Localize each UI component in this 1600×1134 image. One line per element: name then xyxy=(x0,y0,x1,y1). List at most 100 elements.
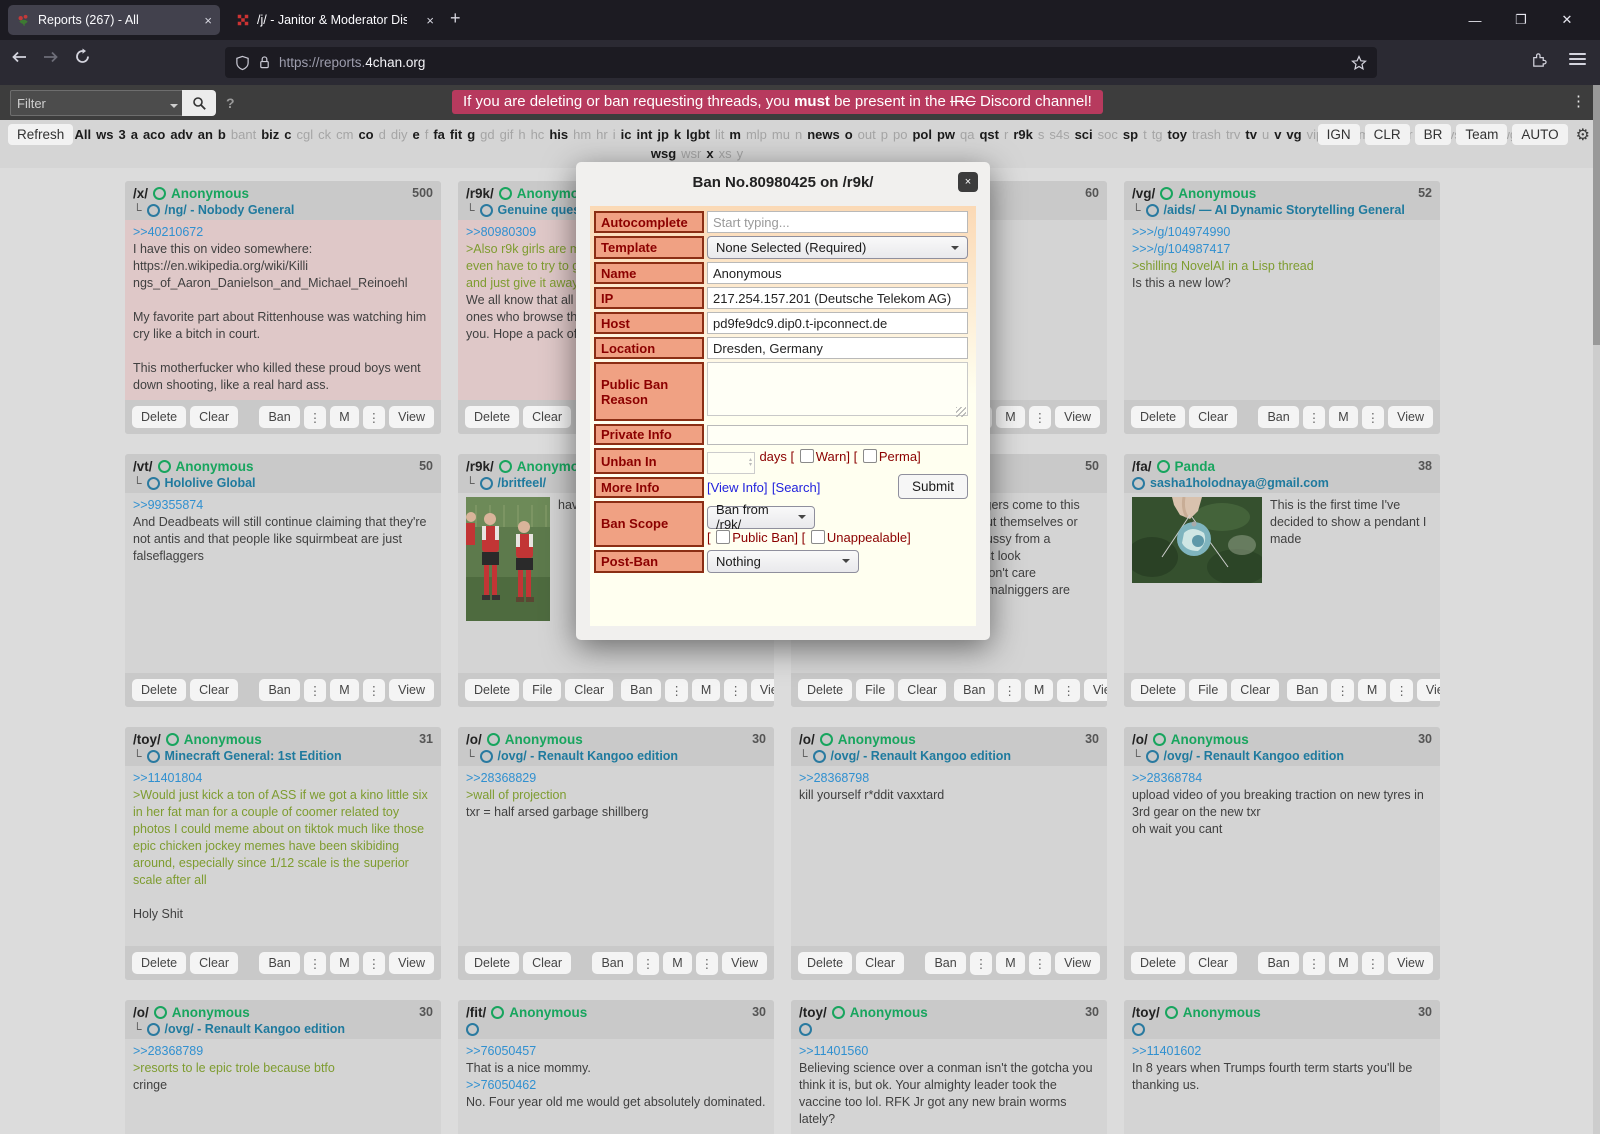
m-button[interactable]: M xyxy=(1025,679,1053,701)
board-link-s[interactable]: s xyxy=(1038,127,1045,142)
thread-subject[interactable]: /britfeel/ xyxy=(498,476,547,490)
kebab-menu-button[interactable]: ⋮ xyxy=(363,952,386,975)
post-quotelink[interactable]: >>28368789 xyxy=(133,1043,433,1060)
name-input[interactable] xyxy=(707,262,968,284)
shield-icon[interactable] xyxy=(235,55,250,71)
board-link-f[interactable]: f xyxy=(425,127,429,142)
board-link-qst[interactable]: qst xyxy=(979,127,999,142)
view-button[interactable]: View xyxy=(389,952,434,974)
board-link-trash[interactable]: trash xyxy=(1192,127,1221,142)
view-button[interactable]: View xyxy=(751,679,774,701)
board-link-toy[interactable]: toy xyxy=(1168,127,1188,142)
filter-dropdown-caret-icon[interactable] xyxy=(170,104,178,112)
report-select-circle-icon[interactable] xyxy=(1165,1006,1178,1019)
forward-icon[interactable] xyxy=(42,49,60,65)
thread-subject[interactable]: /ovg/ - Renault Kangoo edition xyxy=(831,749,1012,763)
post-quotelink[interactable]: >>40210672 xyxy=(133,224,433,241)
delete-button[interactable]: Delete xyxy=(798,679,852,701)
board-link-b[interactable]: b xyxy=(218,127,226,142)
thread-select-circle-icon[interactable] xyxy=(1132,477,1145,490)
thread-select-circle-icon[interactable] xyxy=(466,1023,479,1036)
board-link-hc[interactable]: hc xyxy=(531,127,545,142)
board-link-fa[interactable]: fa xyxy=(433,127,445,142)
ign-button[interactable]: IGN xyxy=(1318,124,1360,145)
team-button[interactable]: Team xyxy=(1456,124,1507,145)
ip-input[interactable] xyxy=(707,287,968,309)
thread-subject[interactable]: Hololive Global xyxy=(165,476,256,490)
delete-button[interactable]: Delete xyxy=(1131,952,1185,974)
report-select-circle-icon[interactable] xyxy=(158,460,171,473)
ban-button[interactable]: Ban xyxy=(954,679,994,701)
board-link-g[interactable]: g xyxy=(467,127,475,142)
post-quotelink[interactable]: >>11401560 xyxy=(799,1043,1099,1060)
thread-subject[interactable]: sasha1holodnaya@gmail.com xyxy=(1150,476,1329,490)
modal-close-button[interactable]: × xyxy=(958,172,978,192)
m-button[interactable]: M xyxy=(330,406,358,428)
m-button[interactable]: M xyxy=(1329,952,1357,974)
reload-icon[interactable] xyxy=(74,48,91,65)
report-select-circle-icon[interactable] xyxy=(491,1006,504,1019)
post-thumbnail-pendant[interactable] xyxy=(1132,497,1262,583)
kebab-menu-button[interactable]: ⋮ xyxy=(665,679,688,702)
post-quotelink[interactable]: >>28368829 xyxy=(466,770,766,787)
overflow-menu-icon[interactable]: ⋮ xyxy=(1571,92,1586,110)
board-link-tv[interactable]: tv xyxy=(1245,127,1257,142)
report-select-circle-icon[interactable] xyxy=(1160,187,1173,200)
br-button[interactable]: BR xyxy=(1415,124,1452,145)
report-select-circle-icon[interactable] xyxy=(166,733,179,746)
ban-button[interactable]: Ban xyxy=(592,952,632,974)
submit-button[interactable]: Submit xyxy=(898,474,968,499)
thread-select-circle-icon[interactable] xyxy=(147,204,160,217)
board-link-h[interactable]: h xyxy=(518,127,525,142)
delete-button[interactable]: Delete xyxy=(1131,406,1185,428)
board-link-a[interactable]: a xyxy=(131,127,138,142)
board-link-n[interactable]: n xyxy=(795,127,802,142)
kebab-menu-button[interactable]: ⋮ xyxy=(363,679,386,702)
board-link-news[interactable]: news xyxy=(807,127,840,142)
ban-button[interactable]: Ban xyxy=(925,952,965,974)
board-link-r[interactable]: r xyxy=(1004,127,1008,142)
board-link-his[interactable]: his xyxy=(549,127,568,142)
thread-select-circle-icon[interactable] xyxy=(1146,750,1159,763)
board-link-ck[interactable]: ck xyxy=(318,127,331,142)
view-button[interactable]: View xyxy=(1388,406,1433,428)
view-button[interactable]: View xyxy=(389,679,434,701)
board-link-e[interactable]: e xyxy=(412,127,419,142)
page-scrollbar-thumb[interactable] xyxy=(1593,85,1600,345)
board-link-lit[interactable]: lit xyxy=(715,127,724,142)
report-select-circle-icon[interactable] xyxy=(1157,460,1170,473)
unban-days-input[interactable]: ▴▾ xyxy=(707,452,755,474)
report-select-circle-icon[interactable] xyxy=(832,1006,845,1019)
view-button[interactable]: View xyxy=(1055,952,1100,974)
board-link-r9k[interactable]: r9k xyxy=(1013,127,1033,142)
board-link-k[interactable]: k xyxy=(674,127,681,142)
m-button[interactable]: M xyxy=(663,952,691,974)
board-link-y[interactable]: y xyxy=(737,146,744,161)
board-link-t[interactable]: t xyxy=(1143,127,1147,142)
board-link-soc[interactable]: soc xyxy=(1098,127,1118,142)
resize-grip-icon[interactable] xyxy=(956,407,966,417)
board-link-lgbt[interactable]: lgbt xyxy=(686,127,710,142)
board-link-out[interactable]: out xyxy=(858,127,876,142)
board-link-mu[interactable]: mu xyxy=(772,127,790,142)
view-button[interactable]: View xyxy=(389,406,434,428)
board-link-wsr[interactable]: wsr xyxy=(681,146,701,161)
view-button[interactable]: View xyxy=(1388,952,1433,974)
post-ban-select[interactable]: Nothing xyxy=(707,550,859,573)
board-link-v[interactable]: v xyxy=(1274,127,1281,142)
view-button[interactable]: View xyxy=(1055,406,1100,428)
filter-search-button[interactable] xyxy=(182,90,216,116)
board-link-i[interactable]: i xyxy=(613,127,616,142)
kebab-menu-button[interactable]: ⋮ xyxy=(1331,679,1354,702)
kebab-menu-button[interactable]: ⋮ xyxy=(1029,406,1052,429)
window-restore-button[interactable]: ❐ xyxy=(1498,12,1544,28)
kebab-menu-button[interactable]: ⋮ xyxy=(1303,952,1326,975)
thread-subject[interactable]: /ovg/ - Renault Kangoo edition xyxy=(1164,749,1345,763)
kebab-menu-button[interactable]: ⋮ xyxy=(1390,679,1413,702)
board-link-biz[interactable]: biz xyxy=(261,127,279,142)
autocomplete-input[interactable] xyxy=(707,211,968,233)
delete-button[interactable]: Delete xyxy=(465,679,519,701)
report-select-circle-icon[interactable] xyxy=(820,733,833,746)
template-select[interactable]: None Selected (Required) xyxy=(707,236,968,259)
thread-subject[interactable]: /ovg/ - Renault Kangoo edition xyxy=(165,1022,346,1036)
